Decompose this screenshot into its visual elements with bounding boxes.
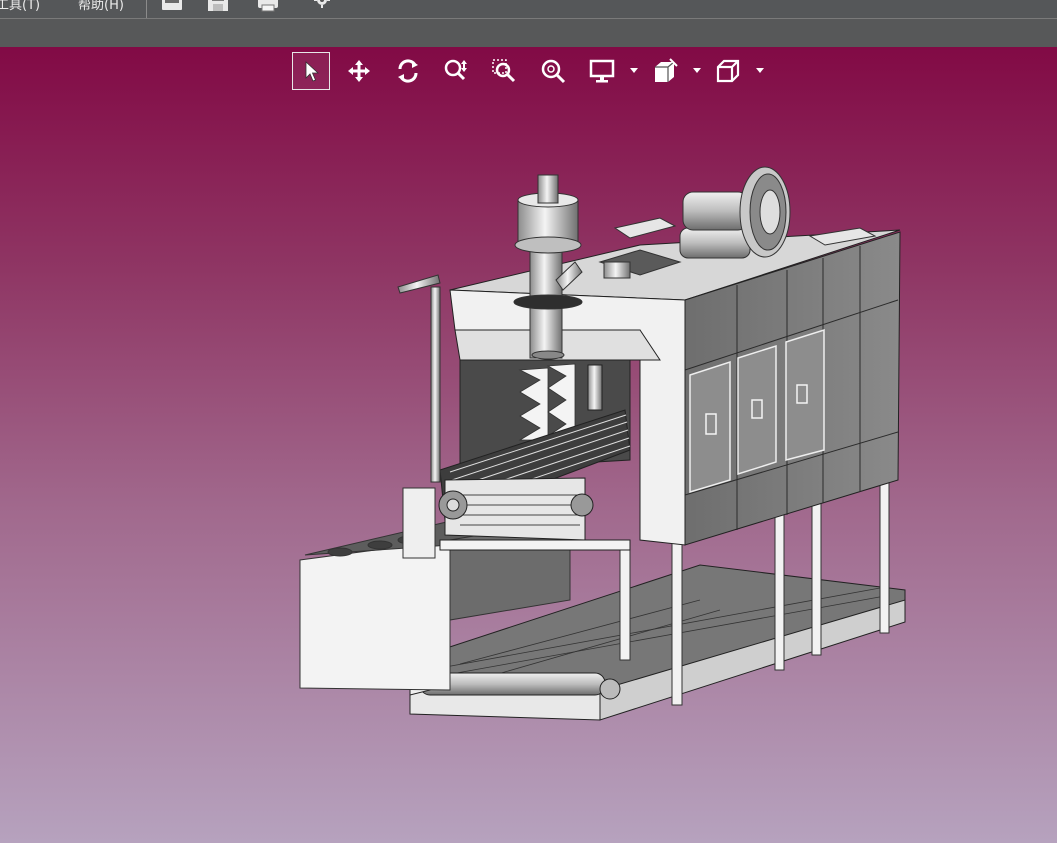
menu-help[interactable]: 帮助(H)	[78, 0, 124, 13]
3d-machine-model[interactable]	[0, 47, 1057, 843]
save-icon[interactable]	[206, 0, 232, 11]
print-icon[interactable]	[255, 0, 281, 12]
secondary-toolbar	[0, 19, 1057, 48]
settings-gear-icon[interactable]	[309, 0, 335, 10]
lift-handle	[397, 274, 441, 483]
3d-viewport[interactable]	[0, 47, 1057, 843]
menu-separator	[146, 0, 147, 18]
folder-open-icon[interactable]	[160, 0, 186, 10]
menu-bar: 工具(T) 帮助(H)	[0, 0, 1057, 19]
menu-tools[interactable]: 工具(T)	[0, 0, 40, 13]
